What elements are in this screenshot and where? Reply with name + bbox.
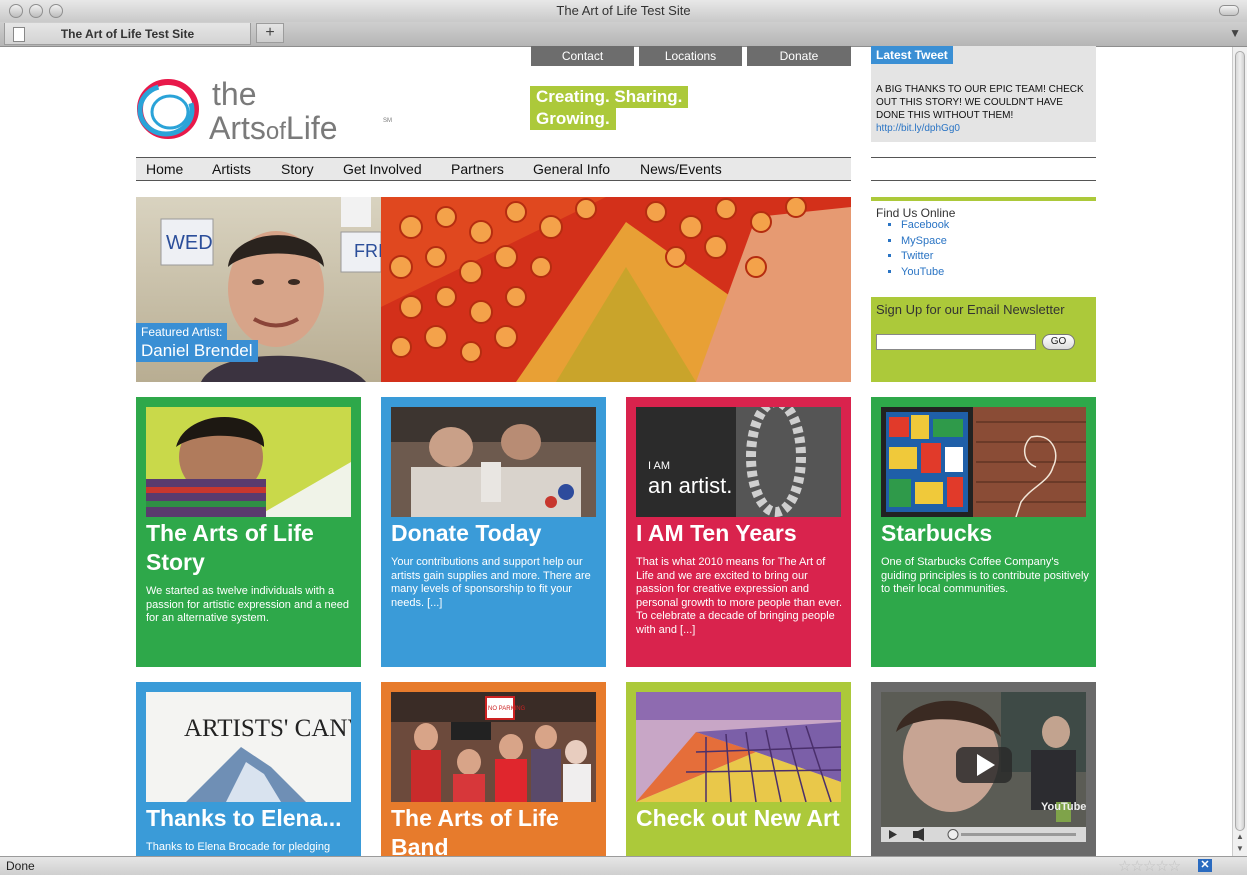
site-logo[interactable]: the ArtsofLife SM [136,72,398,146]
tile-donate-title: Donate Today [391,520,542,546]
tile-story-title: The Arts of Life Story [146,520,314,575]
svg-text:an artist.: an artist. [648,473,732,498]
tile-video[interactable]: YouTube [871,682,1096,856]
slogan: Creating. Sharing. Growing. [530,86,689,130]
svg-text:WED: WED [166,232,213,254]
find-us-online: Find Us Online Facebook MySpace Twitter … [871,197,1096,295]
tab-bar: The Art of Life Test Site + ▼ [0,22,1247,47]
tile-starbucks-image [881,407,1086,517]
youtube-watermark: YouTube [1041,801,1086,813]
tile-ten-years-text: That is what 2010 means for The Art of L… [636,556,843,636]
tile-band-title: The Arts of Life Band [391,805,559,856]
tile-elena-text: Thanks to Elena Brocade for pledging [146,841,331,853]
locations-link[interactable]: Locations [639,46,742,66]
addon-icon[interactable]: ✕ [1198,859,1212,872]
myspace-link[interactable]: MySpace [901,234,949,250]
tile-elena-title: Thanks to Elena... [146,805,342,831]
featured-artist-label: Featured Artist: [136,323,228,341]
nav-news-events[interactable]: News/Events [640,161,722,177]
tile-new-art[interactable]: Check out New Art [626,682,851,856]
contact-link[interactable]: Contact [531,46,634,66]
latest-tweet-box: Latest Tweet A BIG THANKS TO OUR EPIC TE… [871,46,1096,142]
vertical-scrollbar[interactable]: ▲ ▼ [1232,47,1247,856]
tile-ten-years-image: I AM an artist. [636,407,841,517]
tab-list-icon[interactable]: ▼ [1229,26,1241,40]
donate-link[interactable]: Donate [747,46,851,66]
tile-story[interactable]: The Arts of Life Story We started as twe… [136,397,361,667]
scroll-up-icon[interactable]: ▲ [1236,832,1244,841]
tweet-body: A BIG THANKS TO OUR EPIC TEAM! CHECK OUT… [876,84,1084,121]
tile-donate-image [391,407,596,517]
tweet-text: A BIG THANKS TO OUR EPIC TEAM! CHECK OUT… [876,83,1091,135]
tile-starbucks[interactable]: Starbucks One of Starbucks Coffee Compan… [871,397,1096,667]
tile-ten-years[interactable]: I AM an artist. I AM Ten Years That is w… [626,397,851,667]
youtube-link[interactable]: YouTube [901,265,949,281]
seek-handle[interactable] [947,829,959,840]
newsletter-email-input[interactable] [876,334,1036,350]
svg-text:NO PARKING: NO PARKING [488,706,526,712]
newsletter-heading: Sign Up for our Email Newsletter [876,302,1065,317]
featured-artist-name[interactable]: Daniel Brendel [136,340,258,362]
tile-starbucks-text: One of Starbucks Coffee Company's guidin… [881,556,1089,595]
logo-swirl-icon: the ArtsofLife SM [137,76,392,146]
nav-general-info[interactable]: General Info [533,161,610,177]
nav-partners[interactable]: Partners [451,161,504,177]
scroll-down-icon[interactable]: ▼ [1236,844,1244,853]
tile-starbucks-title: Starbucks [881,520,993,546]
svg-text:SM: SM [383,118,392,124]
tile-elena[interactable]: ARTISTS' CANV Thanks to Elena... Thanks … [136,682,361,856]
rating-stars-icon[interactable]: ☆☆☆☆☆ [1118,857,1181,875]
window-titlebar: The Art of Life Test Site [0,0,1247,23]
toolbar-toggle-icon[interactable] [1219,5,1239,16]
status-text: Done [6,859,35,873]
video-player[interactable]: YouTube [881,692,1086,842]
tile-donate[interactable]: Donate Today Your contributions and supp… [381,397,606,667]
tile-band-image: NO PARKING [391,692,596,802]
nav-get-involved[interactable]: Get Involved [343,161,422,177]
tile-ten-years-title: I AM Ten Years [636,520,797,546]
newsletter-signup: Sign Up for our Email Newsletter GO [871,297,1096,382]
tweet-link[interactable]: http://bit.ly/dphGg0 [876,123,960,134]
tile-donate-text: Your contributions and support help our … [391,556,591,609]
slogan-line-2: Growing. [530,108,616,130]
tile-new-art-title: Check out New Art [636,805,840,831]
svg-text:ARTISTS' CANV: ARTISTS' CANV [184,715,351,742]
tile-story-image [146,407,351,517]
svg-text:ArtsofLife: ArtsofLife [209,110,338,144]
status-bar: Done ☆☆☆☆☆ ✕ [0,856,1247,875]
right-divider [871,157,1096,181]
window-title: The Art of Life Test Site [556,3,691,18]
tile-story-text: We started as twelve individuals with a … [146,585,350,624]
twitter-link[interactable]: Twitter [901,249,949,265]
tile-new-art-image [636,692,841,802]
nav-story[interactable]: Story [281,161,314,177]
tile-elena-image: ARTISTS' CANV [146,692,351,802]
scrollbar-thumb[interactable] [1235,51,1245,831]
seek-bar[interactable] [961,833,1076,836]
tab-label: The Art of Life Test Site [60,27,195,41]
nav-home[interactable]: Home [146,161,183,177]
latest-tweet-heading: Latest Tweet [871,46,953,64]
logo-text-the: the [212,76,256,112]
nav-artists[interactable]: Artists [212,161,251,177]
tab-art-of-life[interactable]: The Art of Life Test Site [4,23,251,45]
tile-band[interactable]: NO PARKING The Arts of Life Band [381,682,606,856]
slogan-line-1: Creating. Sharing. [530,86,689,108]
newsletter-go-button[interactable]: GO [1042,334,1075,350]
main-nav: Home Artists Story Get Involved Partners… [136,157,851,181]
facebook-link[interactable]: Facebook [901,218,949,234]
svg-text:I AM: I AM [648,460,670,472]
svg-text:FRI: FRI [354,241,383,261]
new-tab-button[interactable]: + [256,23,284,43]
